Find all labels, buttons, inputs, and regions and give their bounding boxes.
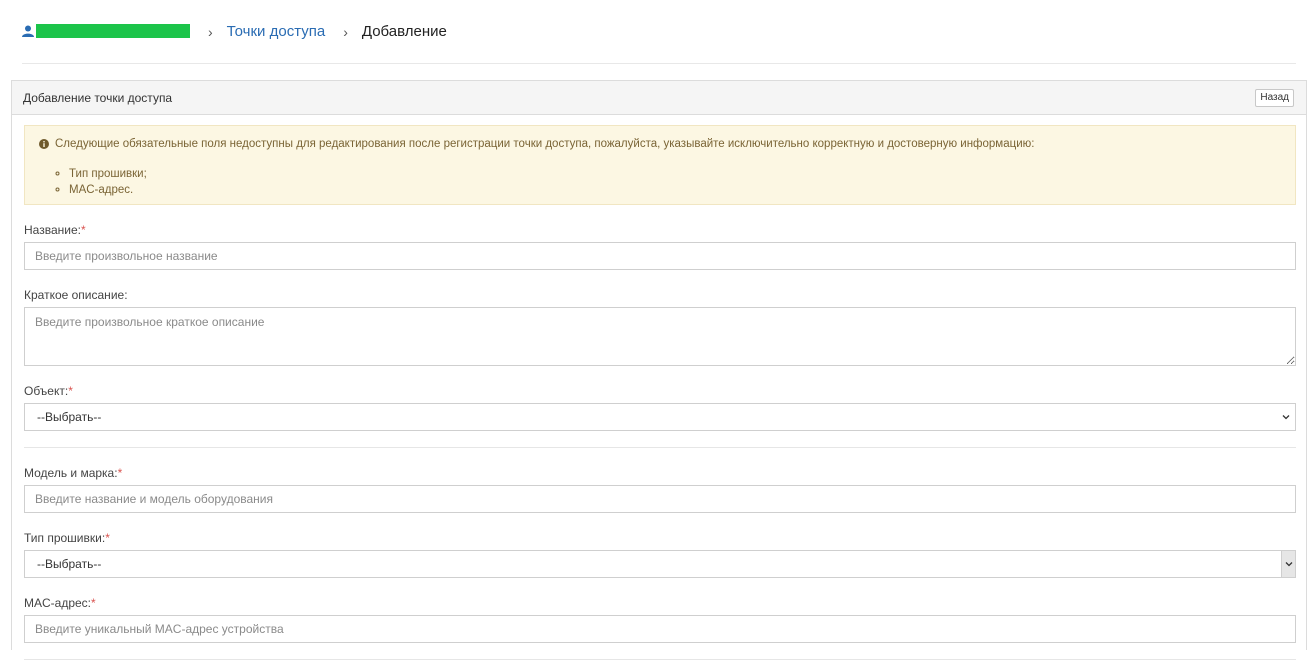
description-label: Краткое описание: <box>24 288 1294 302</box>
firmware-label-text: Тип прошивки: <box>24 531 106 545</box>
description-label-text: Краткое описание: <box>24 288 128 302</box>
panel-header: Добавление точки доступа Назад <box>12 81 1306 115</box>
breadcrumb-home-link[interactable] <box>22 24 190 38</box>
model-label-text: Модель и марка: <box>24 466 118 480</box>
name-label: Название:* <box>24 223 1294 237</box>
description-textarea[interactable] <box>24 307 1296 366</box>
breadcrumb-separator: › <box>208 23 213 40</box>
breadcrumb-separator: › <box>343 23 348 40</box>
divider <box>24 447 1296 448</box>
breadcrumb: › Точки доступа › Добавление <box>22 0 1296 64</box>
required-mark: * <box>105 531 110 545</box>
object-label-text: Объект: <box>24 384 69 398</box>
required-mark: * <box>91 596 96 610</box>
add-access-point-panel: Добавление точки доступа Назад Следующие… <box>11 80 1307 660</box>
firmware-dropdown-toggle[interactable] <box>1281 551 1295 577</box>
object-select[interactable]: --Выбрать-- <box>24 403 1296 431</box>
panel-title: Добавление точки доступа <box>23 90 173 105</box>
name-input[interactable] <box>24 242 1296 270</box>
object-select-value: --Выбрать-- <box>37 410 102 424</box>
redacted-text <box>36 24 190 38</box>
alert-list: Тип прошивки; MAC-адрес. <box>39 166 1281 198</box>
chevron-down-icon <box>1285 562 1292 567</box>
object-label: Объект:* <box>24 384 1294 398</box>
breadcrumb-access-points-link[interactable]: Точки доступа <box>227 23 326 40</box>
name-label-text: Название: <box>24 223 81 237</box>
required-mark: * <box>80 223 86 237</box>
chevron-down-icon <box>1282 415 1290 420</box>
alert-text: Следующие обязательные поля недоступны д… <box>55 138 1035 150</box>
alert-list-item: MAC-адрес. <box>69 182 1281 198</box>
mac-label-text: MAC-адрес: <box>24 596 92 610</box>
firmware-select-value: --Выбрать-- <box>37 557 102 571</box>
back-button[interactable]: Назад <box>1255 88 1294 107</box>
mac-label: MAC-адрес:* <box>24 596 1294 610</box>
model-input[interactable] <box>24 485 1296 513</box>
firmware-select[interactable]: --Выбрать-- <box>24 550 1296 578</box>
panel-body: Следующие обязательные поля недоступны д… <box>12 115 1306 660</box>
model-label: Модель и марка:* <box>24 466 1294 480</box>
mac-input[interactable] <box>24 615 1296 643</box>
user-icon <box>22 25 34 37</box>
required-mark: * <box>117 466 123 480</box>
firmware-label: Тип прошивки:* <box>24 531 1294 545</box>
warning-alert: Следующие обязательные поля недоступны д… <box>24 125 1296 205</box>
alert-list-item: Тип прошивки; <box>69 166 1281 182</box>
info-circle-icon <box>39 139 49 149</box>
required-mark: * <box>68 384 73 398</box>
breadcrumb-current: Добавление <box>361 23 447 40</box>
